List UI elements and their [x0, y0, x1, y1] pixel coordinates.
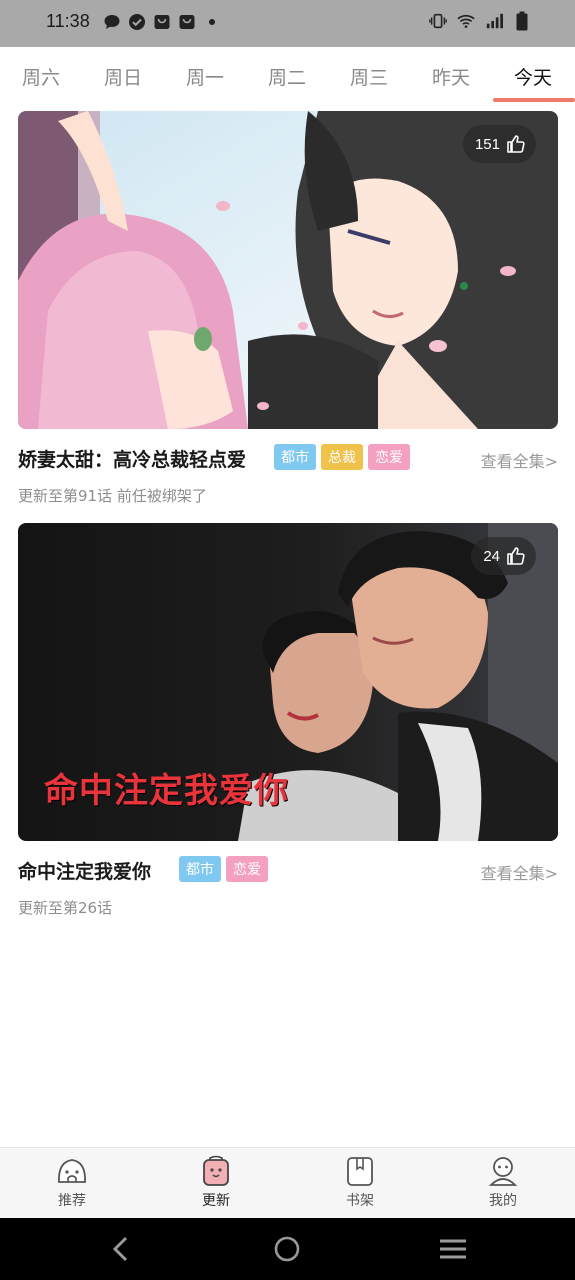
nav-label: 书架 — [346, 1193, 374, 1209]
genre-tag: 都市 — [274, 444, 316, 470]
card-title-row: 娇妻太甜：高冷总裁轻点爱 都市 总裁 恋爱 查看全集> — [18, 429, 558, 485]
tab-monday[interactable]: 周一 — [170, 63, 240, 90]
wifi-icon — [457, 12, 475, 30]
status-time: 11:38 — [46, 11, 90, 31]
nav-item-profile[interactable]: 我的 — [463, 1154, 543, 1210]
update-info: 更新至第26话 — [18, 899, 113, 917]
dot-icon — [203, 13, 221, 31]
view-all-link[interactable]: 查看全集> — [481, 448, 558, 472]
comic-title[interactable]: 娇妻太甜：高冷总裁轻点爱 — [18, 445, 246, 472]
home-icon[interactable] — [272, 1234, 302, 1264]
genre-tag: 恋爱 — [368, 444, 410, 470]
active-tab-indicator — [493, 98, 575, 102]
comic-card[interactable]: 151 娇妻太甜：高冷总裁轻点爱 都市 总裁 恋爱 查看全集> 更新至第91话 … — [18, 111, 558, 506]
comic-title[interactable]: 命中注定我爱你 — [18, 857, 151, 884]
notification-icons — [103, 13, 221, 31]
recommend-icon — [55, 1154, 89, 1188]
signal-icon — [485, 12, 503, 30]
nav-label: 我的 — [489, 1193, 517, 1209]
nav-label: 更新 — [202, 1193, 230, 1209]
like-count-badge[interactable]: 24 — [471, 537, 536, 575]
day-tabs: 周六 周日 周一 周二 周三 昨天 今天 — [0, 47, 575, 103]
genre-tags: 都市 总裁 恋爱 — [274, 444, 410, 470]
tab-saturday[interactable]: 周六 — [6, 63, 76, 90]
card-title-row: 命中注定我爱你 都市 恋爱 查看全集> — [18, 841, 558, 897]
tab-yesterday[interactable]: 昨天 — [416, 63, 486, 90]
view-all-link[interactable]: 查看全集> — [481, 860, 558, 884]
cover-banner-text: 命中注定我爱你 — [44, 771, 289, 811]
thumbs-up-icon — [506, 134, 526, 154]
comic-card[interactable]: 命中注定我爱你 24 命中注定我爱你 都市 恋爱 查看全集> 更新至第26话 — [18, 523, 558, 918]
nav-item-update[interactable]: 更新 — [176, 1154, 256, 1210]
like-count-badge[interactable]: 151 — [462, 125, 536, 163]
system-status-icons — [429, 11, 531, 31]
chat-bubble-icon — [103, 13, 121, 31]
bookshelf-icon — [343, 1154, 377, 1188]
comic-cover[interactable]: 151 — [18, 111, 558, 429]
battery-icon — [513, 11, 531, 31]
check-circle-icon — [128, 13, 146, 31]
tab-sunday[interactable]: 周日 — [88, 63, 158, 90]
like-count: 24 — [483, 547, 500, 565]
system-navigation-bar — [0, 1218, 575, 1280]
comic-cover[interactable]: 命中注定我爱你 24 — [18, 523, 558, 841]
vibrate-icon — [429, 12, 447, 30]
like-count: 151 — [474, 135, 500, 153]
tab-tuesday[interactable]: 周二 — [252, 63, 322, 90]
genre-tag: 恋爱 — [226, 856, 268, 882]
tab-today[interactable]: 今天 — [498, 63, 568, 90]
shopping-bag-icon — [178, 13, 196, 31]
genre-tags: 都市 恋爱 — [179, 856, 268, 882]
nav-item-bookshelf[interactable]: 书架 — [320, 1154, 400, 1210]
shopping-bag-icon — [153, 13, 171, 31]
back-icon[interactable] — [106, 1234, 136, 1264]
update-info: 更新至第91话 前任被绑架了 — [18, 487, 207, 505]
profile-icon — [486, 1154, 520, 1188]
bottom-navigation: 推荐 更新 书架 我的 — [0, 1147, 575, 1218]
genre-tag: 都市 — [179, 856, 221, 882]
nav-label: 推荐 — [58, 1193, 86, 1209]
status-bar: 11:38 — [0, 0, 575, 47]
recents-icon[interactable] — [438, 1234, 468, 1264]
nav-item-recommend[interactable]: 推荐 — [32, 1154, 112, 1210]
tab-wednesday[interactable]: 周三 — [334, 63, 404, 90]
update-bag-icon — [199, 1154, 233, 1188]
thumbs-up-icon — [506, 546, 526, 566]
genre-tag: 总裁 — [321, 444, 363, 470]
